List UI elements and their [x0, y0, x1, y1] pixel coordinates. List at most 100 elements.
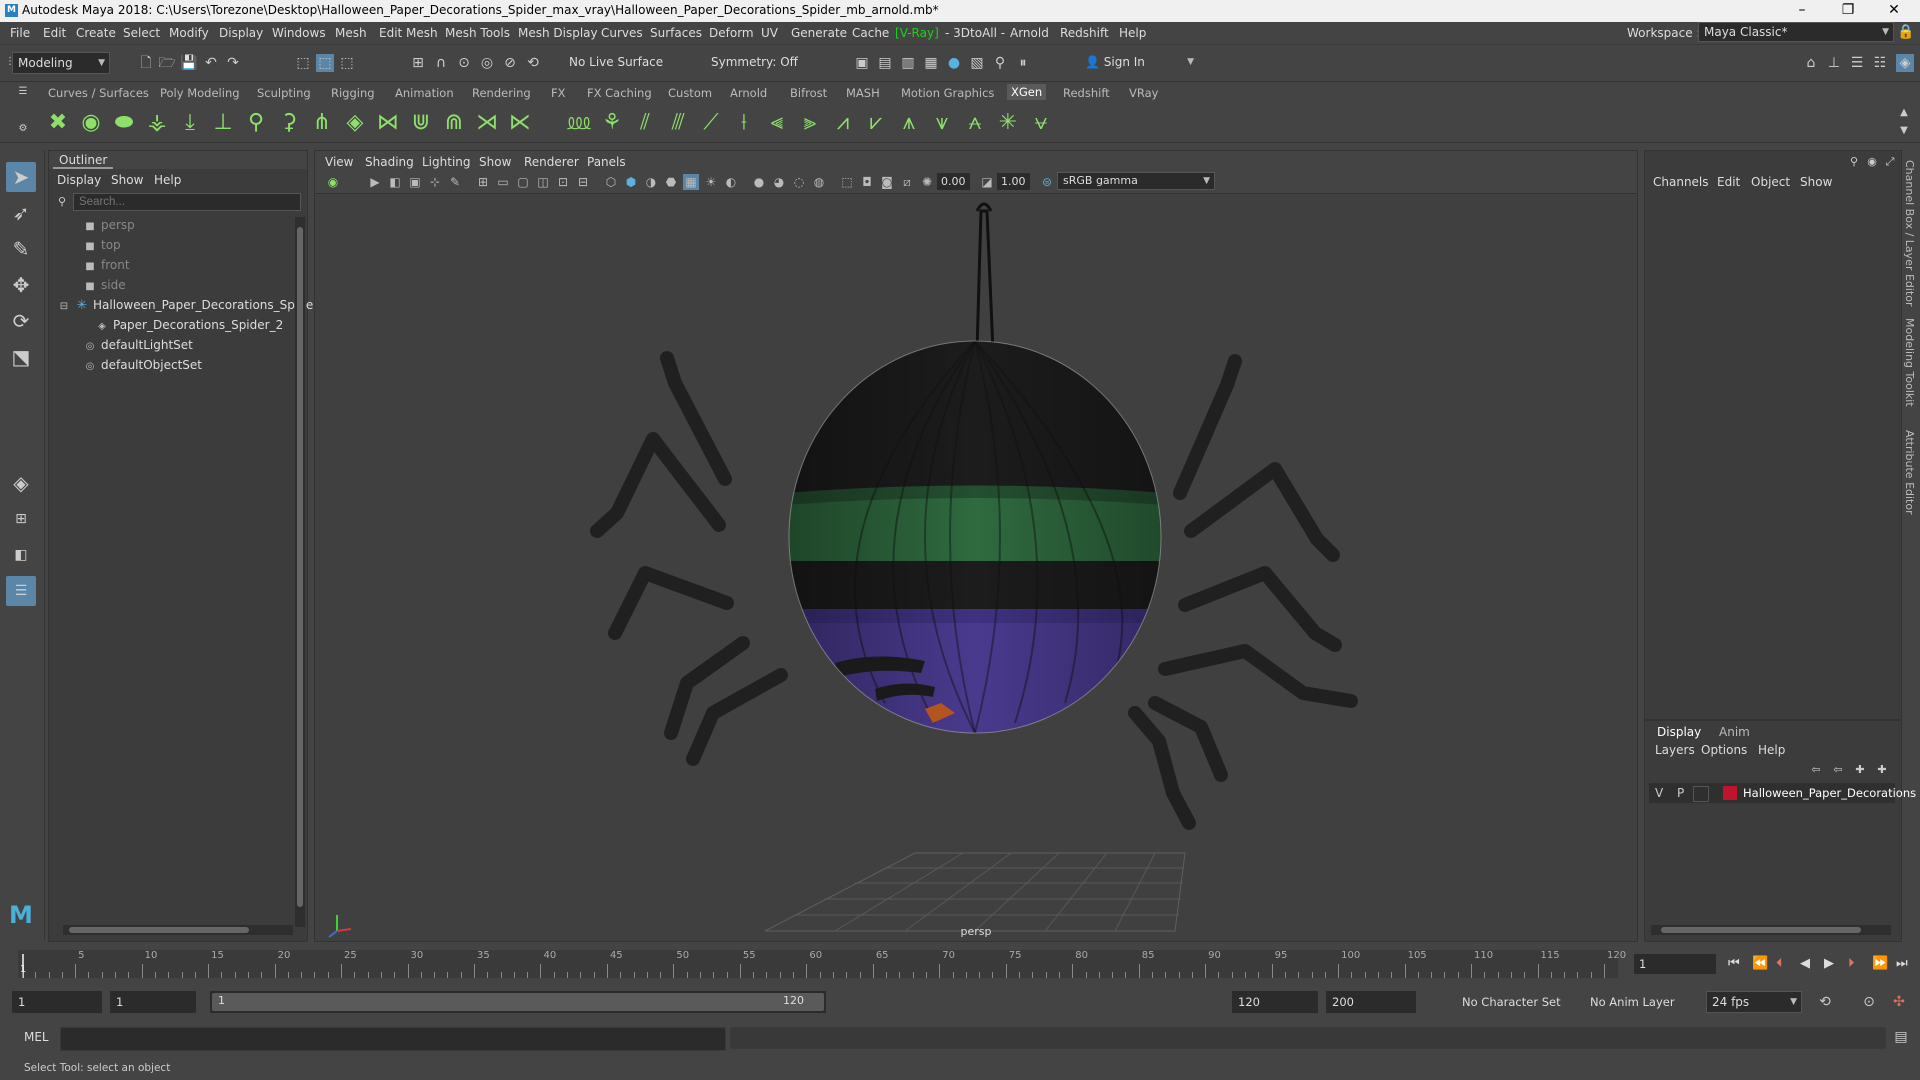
- select-camera-icon[interactable]: ◉: [325, 174, 341, 190]
- shelf-scroll-down-icon[interactable]: ▼: [1895, 122, 1913, 140]
- toggle-modeling-toolkit-icon[interactable]: ⌂: [1802, 54, 1820, 72]
- snap-curve-icon[interactable]: ∩: [432, 54, 450, 72]
- layer-tab-display[interactable]: Display: [1657, 725, 1701, 739]
- xgen-comb-icon[interactable]: ⋔: [309, 110, 335, 136]
- xgen-noise-icon[interactable]: ⋒: [441, 110, 467, 136]
- command-input[interactable]: [60, 1027, 726, 1051]
- gate-mask-icon[interactable]: ◫: [535, 174, 551, 190]
- menu-cache[interactable]: Cache: [852, 26, 889, 40]
- xgen-groom-select-icon[interactable]: ⩝: [1028, 110, 1054, 136]
- gamma-field[interactable]: 1.00: [997, 173, 1030, 190]
- maximize-button[interactable]: ❐: [1826, 0, 1870, 22]
- xgen-add-guide-icon[interactable]: ⚶: [144, 110, 170, 136]
- smooth-shade-icon[interactable]: ⬢: [623, 174, 639, 190]
- viewport-menu-panels[interactable]: Panels: [587, 155, 626, 169]
- layer-editor-icon[interactable]: ◉: [1863, 153, 1881, 171]
- shelf-tab-redshift[interactable]: Redshift: [1063, 86, 1110, 100]
- step-back-frame-icon[interactable]: ⏴: [1776, 956, 1783, 971]
- channel-box-menu-object[interactable]: Object: [1751, 175, 1790, 189]
- menu-file[interactable]: File: [10, 26, 30, 40]
- render-view-icon[interactable]: ▧: [968, 54, 986, 72]
- anti-aliasing-icon[interactable]: ◌: [791, 174, 807, 190]
- xgen-groom-length-icon[interactable]: ⟊: [731, 110, 757, 136]
- menu-3dtoall[interactable]: - 3DtoAll -: [945, 26, 1005, 40]
- shelf-tab-bifrost[interactable]: Bifrost: [790, 86, 827, 100]
- snap-grid-icon[interactable]: ⊞: [409, 54, 427, 72]
- outliner-item-default-object-set[interactable]: ◎ defaultObjectSet: [83, 355, 323, 375]
- undo-icon[interactable]: ↶: [202, 54, 220, 72]
- playback-end-field[interactable]: 120: [1232, 991, 1318, 1013]
- ipr-render-icon[interactable]: ▥: [899, 54, 917, 72]
- playback-start-field[interactable]: 1: [110, 991, 196, 1013]
- new-scene-icon[interactable]: 🗋: [137, 54, 155, 72]
- select-object-icon[interactable]: ⬚: [316, 54, 334, 72]
- live-surface-field[interactable]: No Live Surface: [564, 52, 664, 74]
- go-to-end-icon[interactable]: ⏭: [1896, 956, 1908, 971]
- xgen-groom-smooth-icon[interactable]: ⟋: [698, 110, 724, 136]
- outliner-search-input[interactable]: [73, 193, 301, 211]
- toggle-layer-editor-icon[interactable]: ◈: [1896, 54, 1914, 72]
- menu-uv[interactable]: UV: [761, 26, 778, 40]
- select-component-icon[interactable]: ⬚: [338, 54, 356, 72]
- xgen-groom-cut-icon[interactable]: ⫷: [764, 110, 790, 136]
- menu-display[interactable]: Display: [219, 26, 263, 40]
- toggle-channel-box-icon[interactable]: ☷: [1871, 54, 1889, 72]
- single-perspective-layout-icon[interactable]: ◈: [6, 468, 36, 498]
- menu-deform[interactable]: Deform: [709, 26, 754, 40]
- bookmarks-icon[interactable]: ◧: [387, 174, 403, 190]
- shelf-tab-motion-graphics[interactable]: Motion Graphics: [901, 86, 994, 100]
- select-hierarchy-icon[interactable]: ⬚: [294, 54, 312, 72]
- screen-space-ao-icon[interactable]: ●: [751, 174, 767, 190]
- x-ray-icon[interactable]: ◘: [859, 174, 875, 190]
- float-panel-icon[interactable]: ⤢: [1881, 153, 1899, 171]
- save-scene-icon[interactable]: 💾: [180, 54, 198, 72]
- image-plane-icon[interactable]: ▣: [407, 174, 423, 190]
- xgen-create-description-icon[interactable]: ◉: [78, 110, 104, 136]
- layer-tab-anim[interactable]: Anim: [1719, 725, 1750, 739]
- layer-horizontal-scrollbar[interactable]: [1651, 925, 1891, 935]
- outliner-horizontal-scrollbar[interactable]: [63, 925, 293, 935]
- scrollbar-thumb[interactable]: [1661, 927, 1861, 933]
- menu-curves[interactable]: Curves: [601, 26, 643, 40]
- layer-menu-options[interactable]: Options: [1701, 743, 1747, 757]
- menu-windows[interactable]: Windows: [272, 26, 326, 40]
- search-options-icon[interactable]: ⚲: [53, 193, 71, 211]
- four-view-layout-icon[interactable]: ⊞: [6, 504, 36, 534]
- xgen-scale-guide-icon[interactable]: ⚲: [243, 110, 269, 136]
- exposure-field[interactable]: 0.00: [937, 173, 970, 190]
- shelf-tab-vray[interactable]: VRay: [1129, 86, 1158, 100]
- field-chart-icon[interactable]: ⊡: [555, 174, 571, 190]
- new-layer-selected-icon[interactable]: ✚: [1873, 761, 1891, 779]
- 3d-scene[interactable]: persp: [315, 193, 1637, 941]
- render-sequence-icon[interactable]: ▤: [876, 54, 894, 72]
- menu-generate[interactable]: Generate: [791, 26, 847, 40]
- outliner-item-default-light-set[interactable]: ◎ defaultLightSet: [83, 335, 323, 355]
- side-tab-channel-box[interactable]: Channel Box / Layer Editor: [1903, 160, 1916, 307]
- shelf-tab-fx[interactable]: FX: [551, 86, 566, 100]
- render-frame-icon[interactable]: ▣: [853, 54, 871, 72]
- motion-blur-icon[interactable]: ◕: [771, 174, 787, 190]
- auto-key-icon[interactable]: ⊙: [1860, 993, 1878, 1011]
- toggle-tool-settings-icon[interactable]: ☰: [1848, 54, 1866, 72]
- xgen-groom-freeze-icon[interactable]: ✳: [995, 110, 1021, 136]
- symmetry-dropdown[interactable]: Symmetry: Off: [706, 52, 802, 74]
- paint-select-tool-icon[interactable]: ✎: [6, 234, 36, 264]
- character-set-dropdown[interactable]: No Character Set: [1456, 991, 1572, 1013]
- xgen-groom-comb-icon[interactable]: ⫽: [632, 110, 658, 136]
- toggle-attribute-editor-icon[interactable]: ⊥: [1825, 54, 1843, 72]
- anim-layer-dropdown[interactable]: No Anim Layer: [1584, 991, 1684, 1013]
- move-tool-icon[interactable]: ✥: [6, 270, 36, 300]
- pause-icon[interactable]: ⏸: [1014, 54, 1032, 72]
- xgen-groom-grab-icon[interactable]: ⫻: [665, 110, 691, 136]
- menu-set-dropdown[interactable]: Modeling ▼: [12, 52, 110, 74]
- snap-point-icon[interactable]: ⊙: [455, 54, 473, 72]
- layer-playback-toggle[interactable]: P: [1677, 786, 1684, 800]
- side-tab-attribute-editor[interactable]: Attribute Editor: [1903, 430, 1916, 515]
- scale-tool-icon[interactable]: ⬔: [6, 342, 36, 372]
- hypershade-icon[interactable]: ●: [945, 54, 963, 72]
- menu-surfaces[interactable]: Surfaces: [650, 26, 702, 40]
- outliner-menu-show[interactable]: Show: [111, 173, 143, 187]
- outliner-tab[interactable]: Outliner: [53, 153, 114, 169]
- close-button[interactable]: ✕: [1872, 0, 1916, 22]
- rotate-tool-icon[interactable]: ⟳: [6, 306, 36, 336]
